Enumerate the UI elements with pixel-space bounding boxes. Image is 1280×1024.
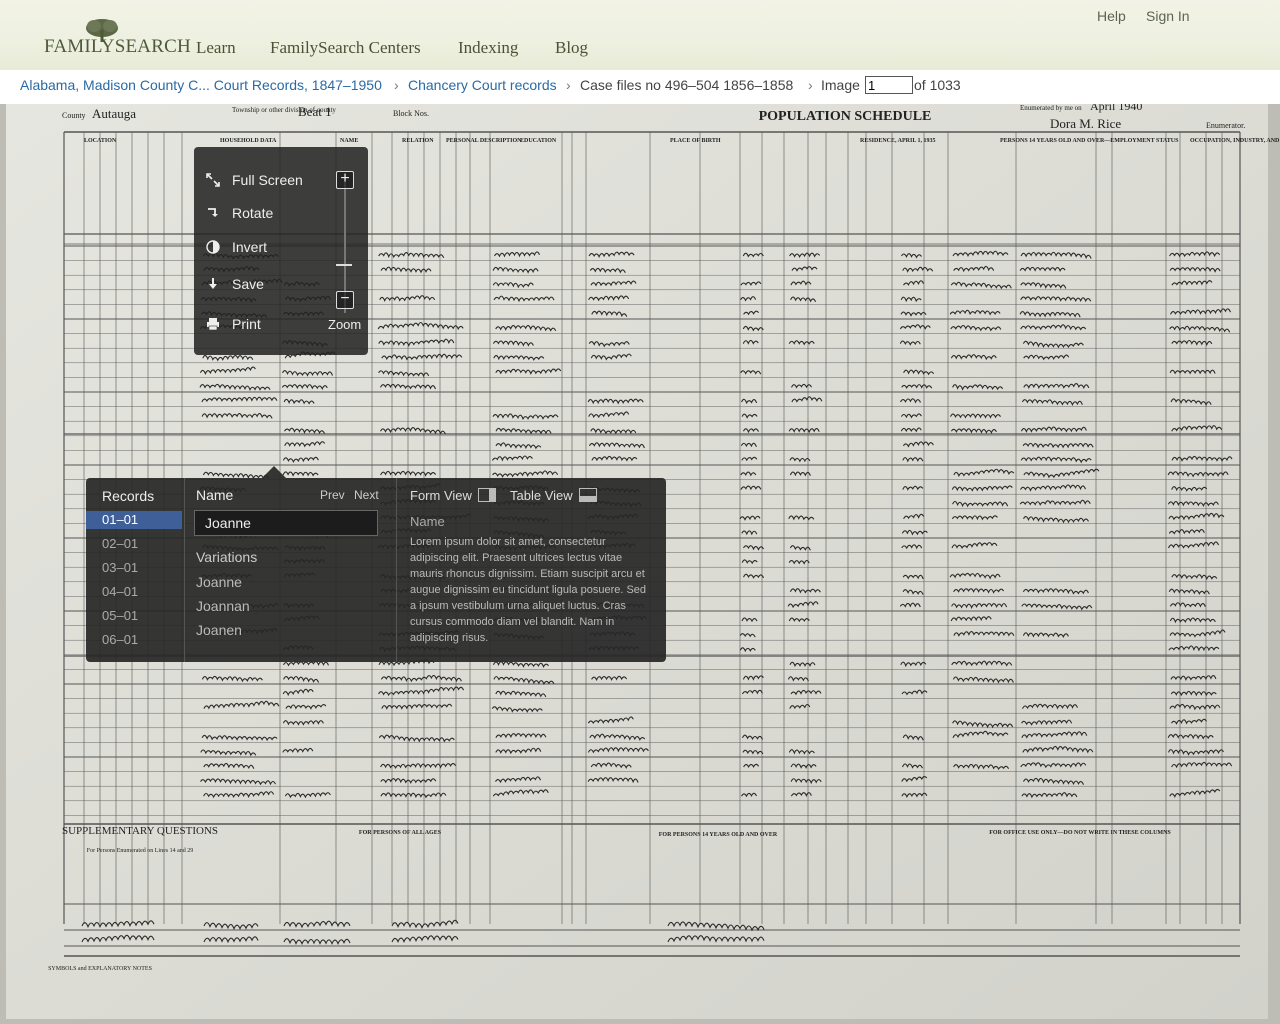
variation-item[interactable]: Joanne [196,574,242,590]
breadcrumb-separator: › [394,77,399,93]
record-item[interactable]: 03–01 [86,559,182,577]
nav-familysearch-centers[interactable]: FamilySearch Centers [270,38,421,58]
variations-title: Variations [196,549,258,565]
record-item[interactable]: 02–01 [86,535,182,553]
breadcrumb-separator: › [566,77,571,93]
print-button[interactable]: Print [206,314,261,334]
breadcrumb-collection[interactable]: Alabama, Madison County C... Court Recor… [20,77,382,93]
county-label: County [62,111,86,120]
nav-blog[interactable]: Blog [555,38,588,58]
rotate-icon [206,206,220,220]
logo-text: FAMILYSEARCH [44,36,191,57]
download-icon [206,277,220,291]
block-label: Block Nos. [393,109,429,118]
name-editor: Name Prev Next Variations Joanne Joannan… [184,478,397,662]
form-view-tab[interactable]: Form View [410,488,496,503]
supplementary-col-header: FOR PERSONS OF ALL AGES [359,830,442,836]
breadcrumb-separator: › [808,77,813,93]
prev-button[interactable]: Prev [320,488,345,502]
record-item[interactable]: 04–01 [86,583,182,601]
supplementary-col-header: FOR PERSONS 14 YEARS OLD AND OVER [659,832,778,838]
save-label: Save [232,276,264,292]
column-header: PERSONS 14 YEARS OLD AND OVER—EMPLOYMENT… [1000,138,1179,144]
expand-icon [206,173,220,187]
column-header: PLACE OF BIRTH [670,138,721,144]
rotate-label: Rotate [232,205,274,221]
column-header: HOUSEHOLD DATA [220,138,277,144]
field-help: Form View Table View Name Lorem ipsum do… [396,478,666,662]
invert-icon [206,240,220,254]
zoom-out-button[interactable]: − [336,291,354,309]
supplementary-note: For Persons Enumerated on Lines 14 and 2… [87,848,193,854]
nav-indexing[interactable]: Indexing [458,38,518,58]
form-view-icon [477,488,496,502]
zoom-in-button[interactable]: + [336,171,354,189]
enumerator-label: Enumerator. [1206,121,1245,130]
help-link[interactable]: Help [1097,8,1126,24]
invert-button[interactable]: Invert [206,237,267,257]
supplementary-col-header: FOR OFFICE USE ONLY—DO NOT WRITE IN THES… [989,830,1171,836]
full-screen-button[interactable]: Full Screen [206,170,303,190]
familysearch-logo[interactable]: FAMILYSEARCH [44,18,191,58]
nav-learn[interactable]: Learn [196,38,236,58]
column-header: PERSONAL DESCRIPTION [446,138,522,144]
records-title: Records [102,488,155,504]
sheet-title: POPULATION SCHEDULE [759,109,932,124]
breadcrumb: Alabama, Madison County C... Court Recor… [0,70,1280,105]
full-screen-label: Full Screen [232,172,303,188]
site-header: FAMILYSEARCH Learn FamilySearch Centers … [0,0,1280,70]
zoom-label: Zoom [328,317,362,332]
column-header: NAME [340,138,358,144]
record-item[interactable]: 01–01 [86,511,182,529]
record-item[interactable]: 05–01 [86,607,182,625]
help-text: Lorem ipsum dolor sit amet, consectetur … [410,536,647,644]
invert-label: Invert [232,239,268,255]
breadcrumb-item: Case files no 496–504 1856–1858 [580,77,794,93]
column-header: RESIDENCE, APRIL 1, 1935 [860,138,936,144]
column-header: RELATION [402,138,434,144]
county-value: Autauga [92,106,136,121]
records-list: Records 01–01 02–01 03–01 04–01 05–01 06… [86,478,185,662]
variation-item[interactable]: Joanen [196,622,242,638]
image-number-input[interactable] [865,76,913,94]
rotate-button[interactable]: Rotate [206,203,273,223]
save-button[interactable]: Save [206,274,264,294]
image-tools-panel: Full Screen Rotate Invert Save Print + −… [194,147,368,355]
variation-item[interactable]: Joannan [196,598,250,614]
breadcrumb-series[interactable]: Chancery Court records [408,77,557,93]
zoom-slider-handle[interactable] [336,264,352,266]
records-panel: Records 01–01 02–01 03–01 04–01 05–01 06… [86,478,666,662]
table-view-icon [578,488,597,502]
table-view-tab[interactable]: Table View [510,488,597,503]
symbols-label: SYMBOLS and EXPLANATORY NOTES [48,966,152,972]
enumerator-value: Dora M. Rice [1050,116,1121,131]
printer-icon [206,317,220,331]
record-item[interactable]: 06–01 [86,631,182,649]
records-panel-pointer [262,466,286,478]
name-input[interactable] [194,510,378,536]
image-total: of 1033 [914,77,961,93]
enumerated-value: April 1940 [1090,104,1142,113]
image-label: Image [821,77,860,93]
next-button[interactable]: Next [354,488,379,502]
column-header: OCCUPATION, INDUSTRY, AND CLASS OF WORKE… [1190,138,1280,144]
township-value: Beat 1 [298,104,332,119]
name-field-label: Name [196,487,234,503]
sign-in-link[interactable]: Sign In [1146,8,1190,24]
enumerated-label: Enumerated by me on [1020,104,1082,112]
print-label: Print [232,316,261,332]
supplementary-title: SUPPLEMENTARY QUESTIONS [62,825,218,837]
column-header: LOCATION [84,138,117,144]
help-title: Name [410,514,445,529]
column-header: EDUCATION [520,138,557,144]
